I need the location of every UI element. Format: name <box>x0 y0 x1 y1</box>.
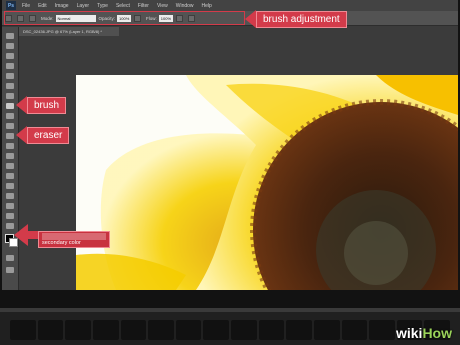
document-canvas[interactable] <box>76 75 458 290</box>
menu-filter[interactable]: Filter <box>138 3 149 9</box>
document-tab[interactable]: DSC_02436.JPG @ 67% (Layer 1, RGB/8) * <box>19 27 119 36</box>
callout-brush-adjustment-label: brush adjustment <box>256 10 347 28</box>
photoshop-window: Ps File Edit Image Layer Type Select Fil… <box>2 0 458 290</box>
lasso-tool-icon[interactable] <box>6 53 14 59</box>
move-tool-icon[interactable] <box>6 33 14 39</box>
menu-type[interactable]: Type <box>97 3 108 9</box>
left-arrow-icon <box>16 126 27 144</box>
shape-tool-icon[interactable] <box>6 203 14 209</box>
path-select-tool-icon[interactable] <box>6 193 14 199</box>
callout-secondary-color-label: secondary color <box>38 231 110 248</box>
photoshop-logo: Ps <box>6 1 16 10</box>
history-brush-tool-icon[interactable] <box>6 123 14 129</box>
key <box>203 320 229 340</box>
hand-tool-icon[interactable] <box>6 213 14 219</box>
blur-tool-icon[interactable] <box>6 153 14 159</box>
eyedropper-tool-icon[interactable] <box>6 83 14 89</box>
brush-tool-icon[interactable] <box>6 103 14 109</box>
watermark-how: How <box>422 325 452 341</box>
callout-brush-label: brush <box>27 96 67 114</box>
callout-eraser: eraser <box>16 126 70 144</box>
menu-image[interactable]: Image <box>55 3 69 9</box>
callout-eraser-label: eraser <box>27 126 70 144</box>
quick-select-tool-icon[interactable] <box>6 63 14 69</box>
obscured-text-bar <box>42 233 106 240</box>
watermark-wiki: wiki <box>395 325 423 341</box>
key <box>92 320 119 340</box>
menu-window[interactable]: Window <box>176 3 194 9</box>
crop-tool-icon[interactable] <box>6 73 14 79</box>
menu-view[interactable]: View <box>157 3 168 9</box>
menu-help[interactable]: Help <box>202 3 212 9</box>
clone-stamp-tool-icon[interactable] <box>6 113 14 119</box>
key <box>369 320 395 340</box>
menu-edit[interactable]: Edit <box>38 3 47 9</box>
key <box>286 320 312 340</box>
marquee-tool-icon[interactable] <box>6 43 14 49</box>
wikihow-watermark: wikiHow <box>396 325 452 341</box>
key <box>313 320 340 340</box>
type-tool-icon[interactable] <box>6 183 14 189</box>
menu-file[interactable]: File <box>22 3 30 9</box>
sunflower-photo <box>76 75 458 290</box>
tools-panel <box>2 27 19 290</box>
healing-tool-icon[interactable] <box>6 93 14 99</box>
menu-layer[interactable]: Layer <box>77 3 90 9</box>
key <box>258 320 285 340</box>
menu-bar: Ps File Edit Image Layer Type Select Fil… <box>2 0 458 11</box>
menu-select[interactable]: Select <box>116 3 130 9</box>
left-arrow-icon <box>245 10 256 28</box>
secondary-color-text: secondary color <box>42 240 81 246</box>
left-arrow-icon <box>16 96 27 114</box>
dodge-tool-icon[interactable] <box>6 163 14 169</box>
key <box>341 320 368 340</box>
key <box>175 320 202 340</box>
options-bar-highlight <box>4 11 245 25</box>
pen-tool-icon[interactable] <box>6 173 14 179</box>
quick-mask-icon[interactable] <box>6 255 14 261</box>
key <box>37 320 64 340</box>
gradient-tool-icon[interactable] <box>6 143 14 149</box>
callout-brush: brush <box>16 96 67 114</box>
key <box>120 320 147 340</box>
key <box>65 320 91 340</box>
eraser-tool-icon[interactable] <box>6 133 14 139</box>
key <box>10 320 36 340</box>
left-arrow-icon <box>14 224 28 246</box>
key <box>231 320 257 340</box>
keyboard <box>10 320 450 345</box>
zoom-tool-icon[interactable] <box>6 223 14 229</box>
screen-mode-icon[interactable] <box>6 267 14 273</box>
key <box>148 320 174 340</box>
callout-brush-adjustment: brush adjustment <box>245 10 347 28</box>
